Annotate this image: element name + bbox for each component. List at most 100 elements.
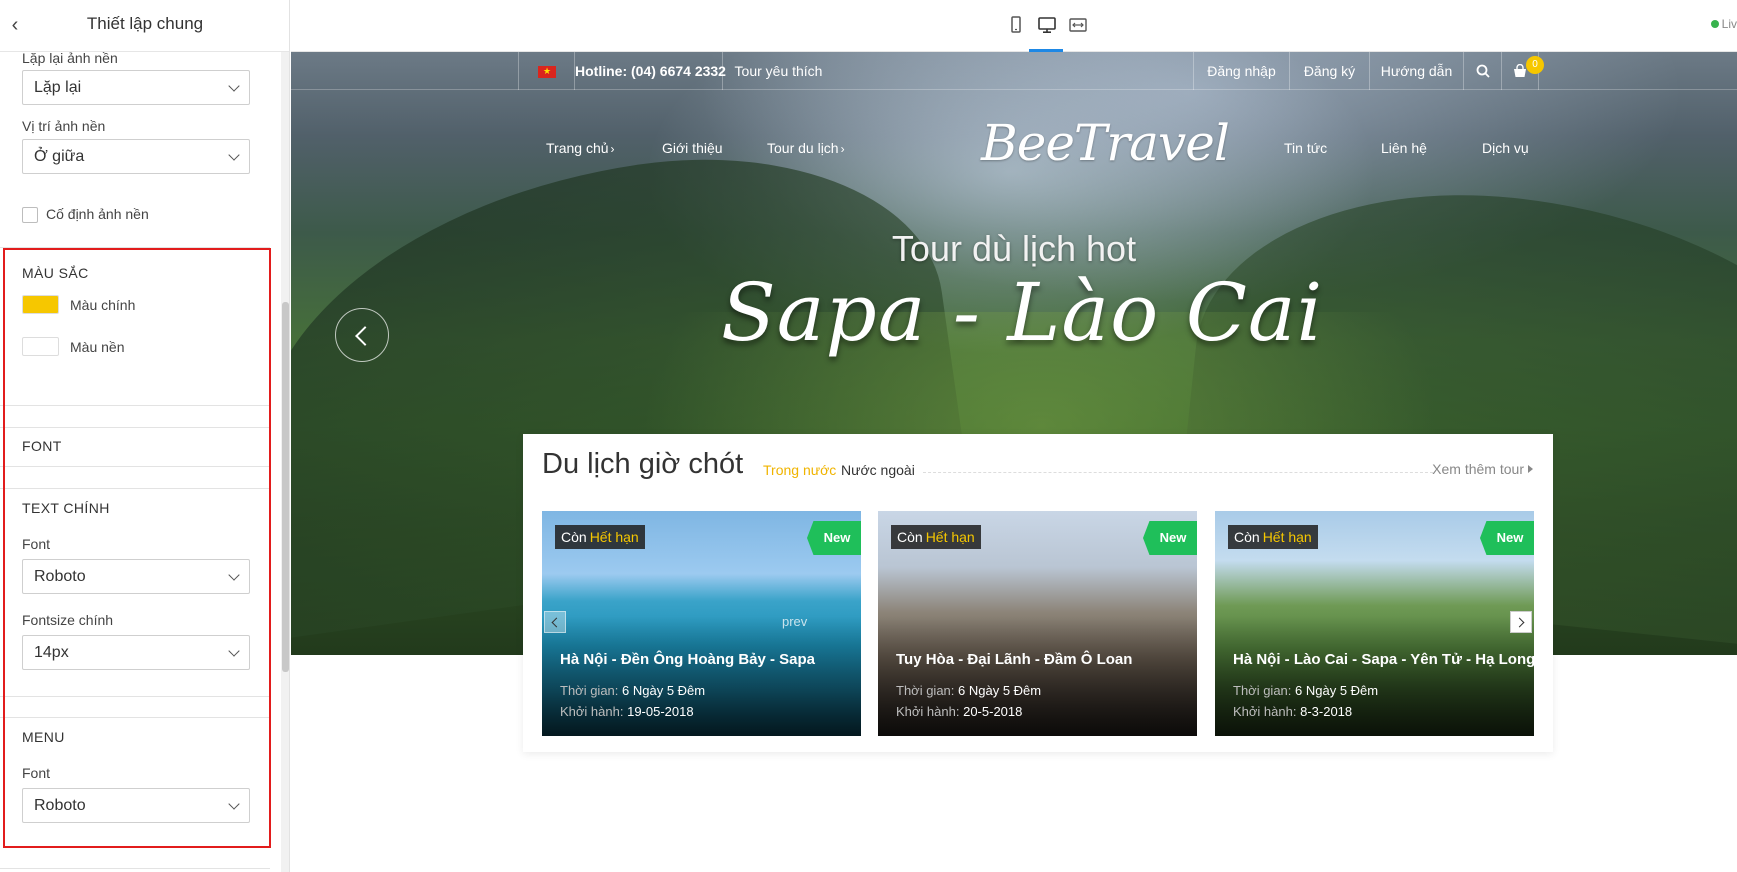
register-link[interactable]: Đăng ký (1289, 52, 1369, 90)
main-size-label: Fontsize chính (22, 612, 114, 628)
duration-value: 6 Ngày 5 Đêm (1295, 683, 1379, 698)
departure-value: 20-5-2018 (963, 704, 1023, 719)
guide-text: Hướng dẫn (1380, 63, 1453, 79)
last-minute-deals: Du lịch giờ chót Trong nước Nước ngoài X… (523, 434, 1553, 752)
departure-label: Khởi hành: (1233, 704, 1297, 719)
colors-heading: MÀU SẮC (22, 265, 89, 281)
desktop-icon (1038, 17, 1056, 34)
favorite-tours-link[interactable]: Tour yêu thích (722, 52, 834, 90)
nav-tours-label: Tour du lịch (767, 140, 839, 156)
tour-card[interactable]: Còn Hết hạn New Hà Nội - Lào Cai - Sapa -… (1215, 511, 1534, 736)
mobile-view-button[interactable] (1004, 12, 1028, 38)
chevron-down-icon (228, 798, 240, 810)
tour-card[interactable]: Còn Hết hạn New Tuy Hòa - Đại Lãnh - Đầm … (878, 511, 1197, 736)
nav-news-label: Tin tức (1284, 140, 1328, 156)
hero-prev-arrow-button[interactable] (335, 308, 389, 362)
fullwidth-view-button[interactable] (1066, 12, 1090, 38)
site-logo[interactable]: BeeTravel (981, 114, 1230, 174)
primary-color-label: Màu chính (70, 297, 136, 313)
hero-title: Sapa - Lào Cai (721, 266, 1324, 359)
duration-label: Thời gian: (560, 683, 619, 698)
new-badge: New (807, 521, 861, 555)
tour-departure: Khởi hành: 19-05-2018 (560, 704, 694, 719)
card-prev-button[interactable] (544, 611, 566, 633)
guide-link[interactable]: Hướng dẫn (1369, 52, 1463, 90)
language-flag-button[interactable] (518, 52, 574, 90)
chevron-down-icon (228, 80, 240, 92)
main-size-select[interactable]: 14px (22, 635, 250, 670)
nav-news[interactable]: Tin tức (1284, 140, 1327, 156)
divider (0, 696, 270, 697)
view-more-tours-link[interactable]: Xem thêm tour (1432, 461, 1533, 477)
preview-toolbar: Liv (291, 0, 1737, 52)
new-badge: New (1480, 521, 1534, 555)
chevron-right-icon: › (610, 142, 615, 156)
tour-name: Tuy Hòa - Đại Lãnh - Đầm Ô Loan (896, 651, 1133, 668)
tour-duration: Thời gian: 6 Ngày 5 Đêm (896, 683, 1041, 698)
nav-home[interactable]: Trang chủ › (546, 140, 615, 156)
site-topbar: Hotline: (04) 6674 2332 Tour yêu thích Đ… (291, 52, 1737, 90)
panel-scrollbar[interactable] (281, 52, 289, 872)
bg-fixed-label: Cố định ảnh nền (46, 206, 149, 222)
live-dot-icon (1710, 20, 1719, 28)
status-prefix: Còn (561, 529, 587, 545)
nav-services[interactable]: Dịch vụ (1482, 140, 1529, 156)
checkbox-box[interactable] (22, 207, 38, 223)
panel-title: Thiết lập chung (86, 14, 204, 33)
nav-about-label: Giới thiệu (662, 140, 723, 156)
status-value: Hết hạn (925, 529, 975, 545)
divider (0, 868, 270, 869)
status-prefix: Còn (897, 529, 923, 545)
tour-departure: Khởi hành: 8-3-2018 (1233, 704, 1352, 719)
cart-button[interactable]: 0 (1501, 52, 1544, 90)
chevron-down-icon (228, 645, 240, 657)
hotline-link[interactable]: Hotline: (04) 6674 2332 (574, 52, 726, 90)
font-heading[interactable]: FONT (22, 438, 62, 454)
nav-contact[interactable]: Liên hệ (1381, 140, 1427, 156)
live-label: Liv (1721, 17, 1737, 31)
favorite-tours-text: Tour yêu thích (734, 63, 823, 79)
main-font-label: Font (22, 536, 51, 552)
live-indicator: Liv (1710, 17, 1737, 31)
login-text: Đăng nhập (1207, 63, 1276, 79)
hotline-text: Hotline: (04) 6674 2332 (575, 63, 726, 79)
register-text: Đăng ký (1303, 63, 1356, 79)
view-more-label: Xem thêm tour (1432, 461, 1524, 477)
background-color-swatch[interactable] (22, 337, 59, 356)
divider (0, 427, 270, 428)
chevron-down-icon (228, 569, 240, 581)
desktop-view-button[interactable] (1029, 12, 1063, 52)
chevron-right-icon: › (840, 142, 845, 156)
main-font-select[interactable]: Roboto (22, 559, 250, 594)
tour-card[interactable]: Còn Hết hạn New prev Hà Nội - Đền Ông Hoà… (542, 511, 861, 736)
bg-repeat-select[interactable]: Lặp lại (22, 70, 250, 105)
chevron-down-icon (228, 149, 240, 161)
deals-divider (923, 472, 1433, 473)
nav-tours[interactable]: Tour du lịch › (767, 140, 845, 156)
hero-subtitle: Tour dù lịch hot (891, 228, 1137, 269)
nav-about[interactable]: Giới thiệu (662, 140, 723, 156)
menu-heading: MENU (22, 729, 65, 745)
scrollbar-thumb[interactable] (282, 302, 289, 672)
primary-color-swatch[interactable] (22, 295, 59, 314)
bg-repeat-value: Lặp lại (34, 79, 82, 96)
tour-duration: Thời gian: 6 Ngày 5 Đêm (560, 683, 705, 698)
search-button[interactable] (1463, 52, 1501, 90)
duration-label: Thời gian: (896, 683, 955, 698)
background-color-label: Màu nền (70, 339, 125, 355)
card-next-button[interactable] (1510, 611, 1532, 633)
fullwidth-icon (1069, 18, 1087, 32)
login-link[interactable]: Đăng nhập (1193, 52, 1289, 90)
divider (0, 405, 270, 406)
departure-label: Khởi hành: (896, 704, 960, 719)
duration-value: 6 Ngày 5 Đêm (958, 683, 1042, 698)
cart-count-badge: 0 (1526, 56, 1544, 74)
departure-value: 19-05-2018 (627, 704, 694, 719)
bg-position-select[interactable]: Ở giữa (22, 139, 250, 174)
tab-domestic[interactable]: Trong nước (763, 462, 836, 478)
caret-right-icon (1528, 465, 1533, 473)
divider (0, 466, 270, 467)
menu-font-select[interactable]: Roboto (22, 788, 250, 823)
status-badge: Còn Hết hạn (555, 525, 645, 549)
tab-foreign[interactable]: Nước ngoài (841, 462, 915, 478)
